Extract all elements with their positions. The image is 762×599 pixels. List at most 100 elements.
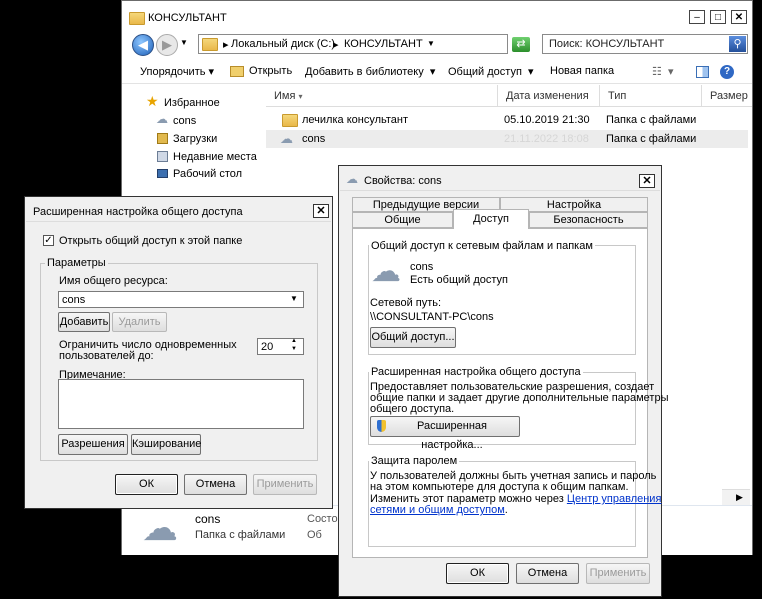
parameters-label: Параметры bbox=[45, 257, 108, 269]
search-box[interactable]: Поиск: КОНСУЛЬТАНТ ⚲ bbox=[542, 34, 748, 54]
network-sharing-label: Общий доступ к сетевым файлам и папкам bbox=[369, 240, 595, 252]
dialog-titlebar[interactable]: ☁ Свойства: cons ✕ bbox=[340, 167, 660, 191]
ok-button[interactable]: ОК bbox=[115, 474, 178, 495]
permissions-button[interactable]: Разрешения bbox=[58, 434, 128, 455]
tab-sharing[interactable]: Доступ bbox=[453, 209, 529, 229]
chevron-down-icon[interactable]: ▼ bbox=[290, 294, 298, 303]
history-dropdown-icon[interactable]: ▼ bbox=[180, 38, 188, 47]
stepper-down-icon[interactable]: ▼ bbox=[291, 346, 297, 352]
details-name: cons bbox=[195, 512, 221, 526]
advanced-sharing-label: Расширенная настройка общего доступа bbox=[369, 366, 583, 378]
column-size[interactable]: Размер bbox=[702, 85, 752, 107]
folder-icon bbox=[282, 114, 298, 127]
share-name-value: cons bbox=[62, 294, 86, 306]
address-sep-icon: ▸ bbox=[223, 39, 229, 51]
file-row-selected[interactable]: ☁ cons 21.11.2022 18:08 Папка с файлами bbox=[266, 130, 748, 148]
tab-panel: Общий доступ к сетевым файлам и папкам ☁… bbox=[352, 228, 668, 558]
limit-users-stepper[interactable]: 20 ▲ ▼ bbox=[257, 338, 304, 355]
refresh-icon[interactable]: ⇄ bbox=[512, 37, 530, 52]
ok-button[interactable]: ОК bbox=[446, 563, 509, 584]
help-icon[interactable]: ? bbox=[720, 65, 734, 79]
file-date: 05.10.2019 21:30 bbox=[504, 114, 590, 126]
forward-button[interactable]: ▶ bbox=[156, 34, 178, 56]
sidebar-item-cons[interactable]: cons bbox=[173, 115, 196, 127]
close-button[interactable]: ✕ bbox=[313, 204, 329, 218]
horizontal-scrollbar[interactable]: ▶ bbox=[722, 489, 750, 506]
new-folder-button[interactable]: Новая папка bbox=[550, 65, 614, 77]
close-button[interactable]: ✕ bbox=[639, 174, 655, 188]
address-drive[interactable]: Локальный диск (C:) bbox=[231, 38, 335, 50]
share-checkbox[interactable]: ✓ bbox=[43, 235, 54, 246]
cloud-icon: ☁ bbox=[371, 255, 401, 288]
column-date[interactable]: Дата изменения bbox=[498, 85, 600, 107]
maximize-button[interactable]: □ bbox=[710, 10, 726, 24]
sidebar-item-downloads[interactable]: Загрузки bbox=[173, 133, 217, 145]
folder-icon bbox=[129, 12, 145, 25]
search-icon[interactable]: ⚲ bbox=[729, 36, 746, 52]
command-bar: Упорядочить ▾ Открыть Добавить в библиот… bbox=[122, 61, 752, 83]
address-dropdown-icon[interactable]: ▼ bbox=[427, 39, 435, 48]
properties-dialog: ☁ Свойства: cons ✕ Предыдущие версии Нас… bbox=[338, 165, 668, 597]
share-name: cons bbox=[410, 261, 434, 273]
remove-button[interactable]: Удалить bbox=[112, 312, 167, 332]
view-icon[interactable]: ☷ ▾ bbox=[652, 65, 674, 78]
sidebar-item-favorites[interactable]: Избранное bbox=[164, 97, 220, 109]
add-button[interactable]: Добавить bbox=[58, 312, 110, 332]
address-folder[interactable]: КОНСУЛЬТАНТ bbox=[344, 38, 423, 50]
column-type[interactable]: Тип bbox=[600, 85, 702, 107]
stepper-up-icon[interactable]: ▲ bbox=[291, 338, 297, 344]
tab-security[interactable]: Безопасность bbox=[529, 212, 648, 228]
scroll-right-icon[interactable]: ▶ bbox=[736, 492, 743, 503]
preview-pane-icon[interactable] bbox=[696, 66, 709, 78]
open-button[interactable]: Открыть bbox=[249, 65, 292, 77]
details-type: Папка с файлами bbox=[195, 529, 286, 541]
folder-icon bbox=[202, 38, 218, 51]
file-date: 21.11.2022 18:08 bbox=[504, 133, 589, 145]
file-row[interactable]: лечилка консультант 05.10.2019 21:30 Пап… bbox=[266, 111, 748, 129]
apply-button[interactable]: Применить bbox=[253, 474, 317, 495]
apply-button[interactable]: Применить bbox=[586, 563, 650, 584]
address-bar[interactable]: ▸ Локальный диск (C:) ▸ КОНСУЛЬТАНТ ▼ bbox=[198, 34, 508, 54]
dialog-titlebar[interactable]: Расширенная настройка общего доступа ✕ bbox=[26, 198, 331, 222]
cancel-button[interactable]: Отмена bbox=[516, 563, 579, 584]
navigation-pane: ★ Избранное ☁ cons Загрузки Недавние мес… bbox=[122, 87, 265, 197]
share-checkbox-label[interactable]: Открыть общий доступ к этой папке bbox=[59, 235, 242, 247]
cancel-button[interactable]: Отмена bbox=[184, 474, 247, 495]
dialog-title: Свойства: cons bbox=[364, 175, 442, 187]
cloud-icon: ☁ bbox=[142, 507, 178, 548]
back-button[interactable]: ◀ bbox=[132, 34, 154, 56]
divider bbox=[122, 83, 752, 84]
advanced-sharing-button[interactable]: Расширенная настройка... bbox=[370, 416, 520, 451]
tab-general[interactable]: Общие bbox=[352, 212, 453, 228]
limit-users-value: 20 bbox=[261, 341, 274, 353]
sidebar-item-desktop[interactable]: Рабочий стол bbox=[173, 168, 242, 180]
share-name-label: Имя общего ресурса: bbox=[59, 275, 168, 287]
network-path: \\CONSULTANT-PC\cons bbox=[370, 311, 494, 323]
file-type: Папка с файлами bbox=[606, 133, 697, 145]
column-name[interactable]: Имя ▾ bbox=[266, 85, 498, 107]
cloud-icon: ☁ bbox=[156, 112, 168, 126]
minimize-button[interactable]: – bbox=[689, 10, 705, 24]
share-with-button[interactable]: Общий доступ ▾ bbox=[448, 65, 534, 78]
password-desc-2: на этом компьютере для доступа к общим п… bbox=[370, 481, 629, 493]
nav-bar: ◀ ▶ ▼ ▸ Локальный диск (C:) ▸ КОНСУЛЬТАН… bbox=[128, 33, 748, 57]
share-state: Есть общий доступ bbox=[410, 274, 509, 286]
network-center-link-2[interactable]: сетями и общим доступом bbox=[370, 504, 505, 516]
address-sep-icon[interactable]: ▸ bbox=[333, 38, 339, 51]
advanced-sharing-dialog: Расширенная настройка общего доступа ✕ ✓… bbox=[24, 196, 333, 509]
comments-textarea[interactable] bbox=[58, 379, 304, 429]
search-input[interactable]: Поиск: КОНСУЛЬТАНТ bbox=[549, 38, 664, 50]
share-name-select[interactable]: cons ▼ bbox=[58, 291, 304, 308]
explorer-titlebar[interactable]: КОНСУЛЬТАНТ – □ ✕ bbox=[122, 1, 752, 32]
sidebar-item-recent[interactable]: Недавние места bbox=[173, 151, 257, 163]
close-button[interactable]: ✕ bbox=[731, 10, 747, 24]
file-type: Папка с файлами bbox=[606, 114, 697, 126]
caching-button[interactable]: Кэширование bbox=[131, 434, 201, 455]
organize-button[interactable]: Упорядочить ▾ bbox=[140, 65, 214, 78]
limit-users-label-2: пользователей до: bbox=[59, 350, 154, 362]
desktop-icon bbox=[157, 169, 168, 178]
share-button[interactable]: Общий доступ... bbox=[370, 327, 456, 348]
details-state-label: Состо bbox=[307, 513, 338, 525]
network-center-link[interactable]: Центр управления bbox=[567, 493, 662, 505]
add-to-library-button[interactable]: Добавить в библиотеку ▾ bbox=[305, 65, 435, 78]
